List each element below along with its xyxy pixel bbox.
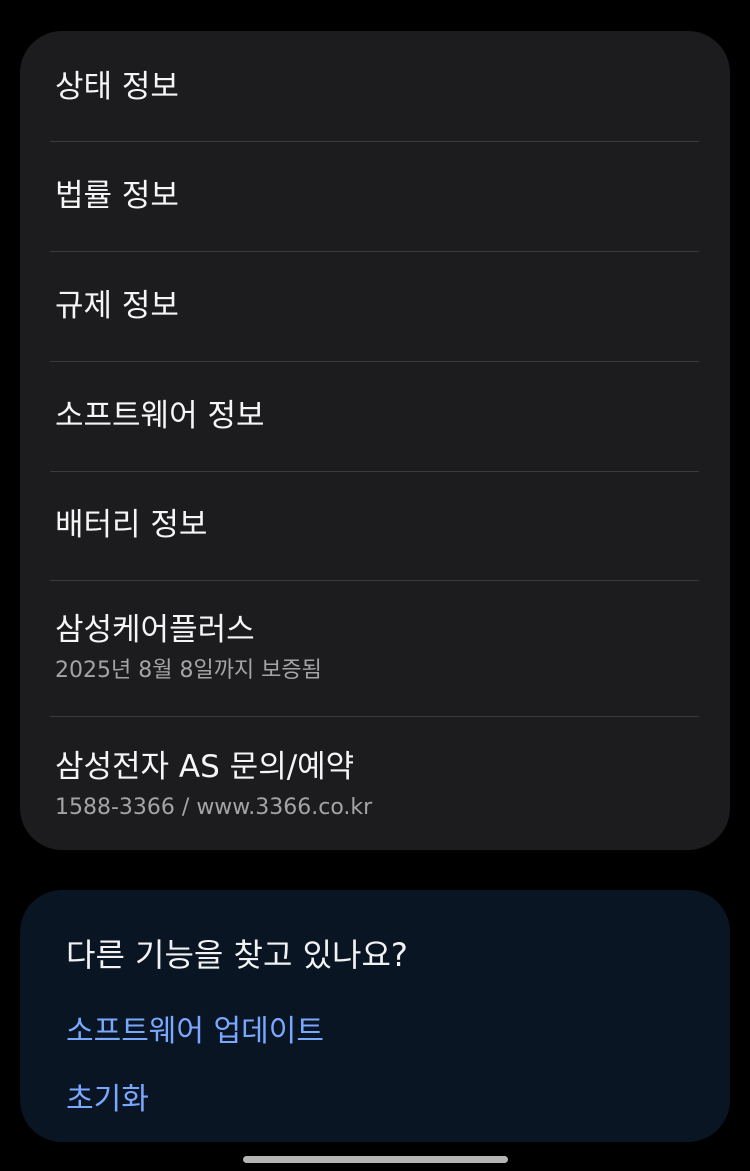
divider xyxy=(50,141,699,142)
menu-item-subtitle: 1588-3366 / www.3366.co.kr xyxy=(55,795,373,820)
link-reset[interactable]: 초기화 xyxy=(66,1080,149,1120)
menu-item-label: 배터리 정보 xyxy=(55,507,208,543)
menu-item-label: 규제 정보 xyxy=(55,288,179,324)
link-software-update[interactable]: 소프트웨어 업데이트 xyxy=(66,1012,324,1052)
divider xyxy=(50,716,699,717)
suggestions-title: 다른 기능을 찾고 있나요? xyxy=(66,936,408,974)
divider xyxy=(50,471,699,472)
menu-item-samsung-service[interactable]: 삼성전자 AS 문의/예약 1588-3366 / www.3366.co.kr xyxy=(55,747,705,823)
menu-item-label: 법률 정보 xyxy=(55,178,179,214)
menu-item-battery-info[interactable]: 배터리 정보 xyxy=(55,505,705,545)
suggestions-card: 다른 기능을 찾고 있나요? 소프트웨어 업데이트 초기화 xyxy=(20,890,730,1142)
divider xyxy=(50,361,699,362)
menu-item-label: 상태 정보 xyxy=(55,69,179,105)
info-menu-card: 상태 정보 법률 정보 규제 정보 소프트웨어 정보 배터리 정보 삼성케어플러… xyxy=(20,31,730,850)
menu-item-regulatory-info[interactable]: 규제 정보 xyxy=(55,286,705,326)
menu-item-software-info[interactable]: 소프트웨어 정보 xyxy=(55,396,705,436)
menu-item-label: 삼성케어플러스 xyxy=(55,612,255,648)
divider xyxy=(50,580,699,581)
menu-item-status-info[interactable]: 상태 정보 xyxy=(55,67,705,107)
menu-item-label: 소프트웨어 정보 xyxy=(55,398,265,434)
menu-item-label: 삼성전자 AS 문의/예약 xyxy=(55,749,355,785)
divider xyxy=(50,251,699,252)
home-indicator[interactable] xyxy=(243,1156,508,1163)
menu-item-legal-info[interactable]: 법률 정보 xyxy=(55,176,705,216)
menu-item-subtitle: 2025년 8월 8일까지 보증됨 xyxy=(55,658,322,683)
menu-item-samsung-care-plus[interactable]: 삼성케어플러스 2025년 8월 8일까지 보증됨 xyxy=(55,610,705,686)
